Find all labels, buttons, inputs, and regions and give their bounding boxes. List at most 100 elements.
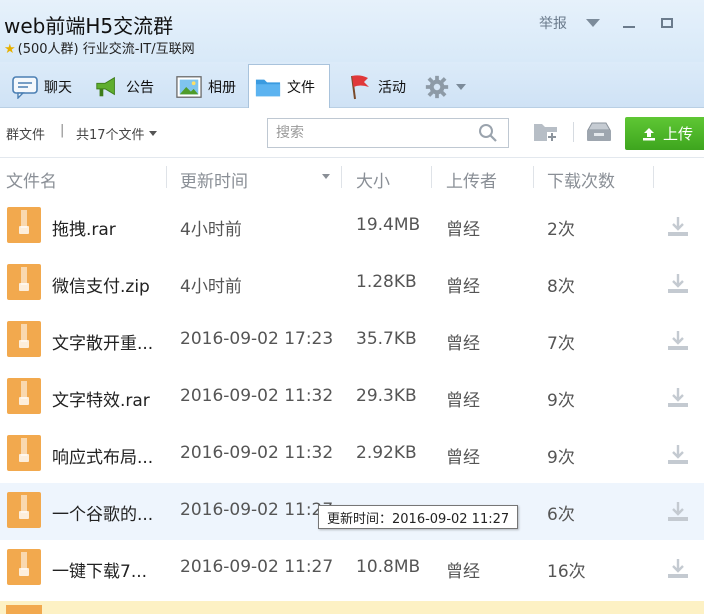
file-downloads: 16次	[547, 562, 586, 582]
file-uploader[interactable]: 曾经	[446, 215, 480, 240]
tab-chat[interactable]: 聊天	[6, 66, 84, 108]
maximize-icon	[661, 18, 673, 28]
flag-icon	[346, 74, 372, 100]
tab-album-label: 相册	[208, 80, 236, 96]
sort-desc-icon	[322, 174, 330, 179]
upload-label: 上传	[663, 125, 694, 143]
column-divider[interactable]	[166, 166, 167, 188]
file-downloads: 9次	[547, 448, 575, 468]
file-list-header: 文件名 更新时间 大小 上传者 下载次数	[0, 158, 704, 198]
table-row-partial[interactable]	[0, 601, 704, 614]
archive-file-icon	[6, 605, 42, 614]
download-icon[interactable]	[666, 271, 690, 297]
file-name[interactable]: 一个谷歌的...	[52, 500, 153, 525]
table-row[interactable]: 文字散开重... 2016-09-02 17:23 35.7KB 曾经 7次	[0, 312, 704, 369]
file-downloads: 7次	[547, 334, 575, 354]
table-row[interactable]: 拖拽.rar 4小时前 19.4MB 曾经 2次	[0, 198, 704, 255]
tab-activity[interactable]: 活动	[340, 66, 420, 108]
file-manage-icon[interactable]	[585, 120, 611, 144]
tab-activity-label: 活动	[378, 80, 406, 96]
minimize-button[interactable]	[618, 12, 640, 34]
file-updated: 4小时前	[180, 277, 242, 297]
breadcrumb-separator: |	[60, 123, 65, 138]
download-icon[interactable]	[666, 385, 690, 411]
column-header-downloads[interactable]: 下载次数	[547, 167, 615, 192]
file-name[interactable]: 响应式布局...	[52, 443, 153, 468]
maximize-button[interactable]	[656, 12, 678, 34]
group-title: web前端H5交流群	[4, 14, 174, 38]
file-size: 29.3KB	[356, 386, 417, 406]
column-header-updated[interactable]: 更新时间	[180, 167, 248, 192]
file-uploader[interactable]: 曾经	[446, 329, 480, 354]
upload-button[interactable]: 上传	[625, 117, 704, 150]
file-updated: 2016-09-02 17:23	[180, 329, 334, 349]
table-row[interactable]: 响应式布局... 2016-09-02 11:32 2.92KB 曾经 9次	[0, 426, 704, 483]
column-header-size[interactable]: 大小	[356, 167, 390, 192]
tab-files-label: 文件	[287, 80, 315, 96]
file-count: 共17个文件	[76, 128, 145, 143]
tab-chat-label: 聊天	[44, 80, 72, 96]
updated-time-tooltip: 更新时间：2016-09-02 11:27	[318, 505, 519, 529]
download-icon[interactable]	[666, 556, 690, 582]
new-folder-icon[interactable]	[533, 120, 559, 144]
file-uploader[interactable]: 曾经	[446, 557, 480, 582]
table-row[interactable]: 微信支付.zip 4小时前 1.28KB 曾经 8次	[0, 255, 704, 312]
column-header-uploader[interactable]: 上传者	[446, 167, 497, 192]
file-name[interactable]: 微信支付.zip	[52, 272, 150, 297]
group-category: 行业交流-IT/互联网	[82, 42, 195, 57]
upload-icon	[643, 127, 655, 140]
menu-dropdown-button[interactable]	[584, 12, 602, 34]
download-icon[interactable]	[666, 442, 690, 468]
breadcrumb[interactable]: 群文件	[6, 124, 45, 143]
report-button[interactable]: 举报	[536, 12, 570, 34]
file-downloads: 2次	[547, 220, 575, 240]
tab-files[interactable]: 文件	[248, 64, 330, 109]
chevron-down-icon	[456, 84, 466, 90]
column-divider[interactable]	[431, 166, 432, 188]
toolbar-divider	[573, 122, 574, 142]
file-size: 19.4MB	[356, 215, 421, 235]
column-divider[interactable]	[533, 166, 534, 188]
file-size: 35.7KB	[356, 329, 417, 349]
file-uploader[interactable]: 曾经	[446, 443, 480, 468]
file-count-dropdown[interactable]: 共17个文件	[76, 124, 157, 143]
download-icon[interactable]	[666, 328, 690, 354]
tab-bar: 聊天 公告 相册 文件 活动	[0, 62, 704, 109]
download-icon[interactable]	[666, 214, 690, 240]
file-name[interactable]: 文字散开重...	[52, 329, 153, 354]
search-icon[interactable]	[478, 123, 498, 143]
file-name[interactable]: 一键下载7...	[52, 557, 147, 582]
member-count: (500人群)	[17, 42, 79, 57]
column-divider[interactable]	[341, 166, 342, 188]
tab-settings[interactable]	[418, 66, 466, 108]
file-updated: 2016-09-02 11:32	[180, 386, 334, 406]
file-name[interactable]: 拖拽.rar	[52, 215, 116, 240]
table-row[interactable]: 一键下载7... 2016-09-02 11:27 10.8MB 曾经 16次	[0, 540, 704, 597]
column-header-name[interactable]: 文件名	[6, 167, 57, 192]
chevron-down-icon	[586, 19, 600, 27]
download-icon[interactable]	[666, 499, 690, 525]
search-box	[267, 118, 509, 148]
megaphone-icon	[94, 74, 120, 100]
file-name[interactable]: 文字特效.rar	[52, 386, 150, 411]
tab-notice-label: 公告	[126, 80, 154, 96]
chevron-down-icon	[148, 131, 157, 136]
archive-file-icon	[7, 492, 41, 528]
star-icon: ★	[4, 42, 16, 57]
file-downloads: 6次	[547, 505, 575, 525]
table-row[interactable]: 文字特效.rar 2016-09-02 11:32 29.3KB 曾经 9次	[0, 369, 704, 426]
group-subtitle: ★ (500人群) 行业交流-IT/互联网	[4, 38, 195, 57]
file-uploader[interactable]: 曾经	[446, 272, 480, 297]
tab-album[interactable]: 相册	[170, 66, 248, 108]
archive-file-icon	[7, 378, 41, 414]
archive-file-icon	[7, 321, 41, 357]
column-divider[interactable]	[653, 166, 654, 188]
file-size: 2.92KB	[356, 443, 417, 463]
search-input[interactable]	[276, 120, 476, 146]
folder-icon	[255, 74, 281, 100]
chat-icon	[12, 74, 38, 100]
archive-file-icon	[7, 435, 41, 471]
tab-notice[interactable]: 公告	[88, 66, 166, 108]
archive-file-icon	[7, 207, 41, 243]
file-uploader[interactable]: 曾经	[446, 386, 480, 411]
